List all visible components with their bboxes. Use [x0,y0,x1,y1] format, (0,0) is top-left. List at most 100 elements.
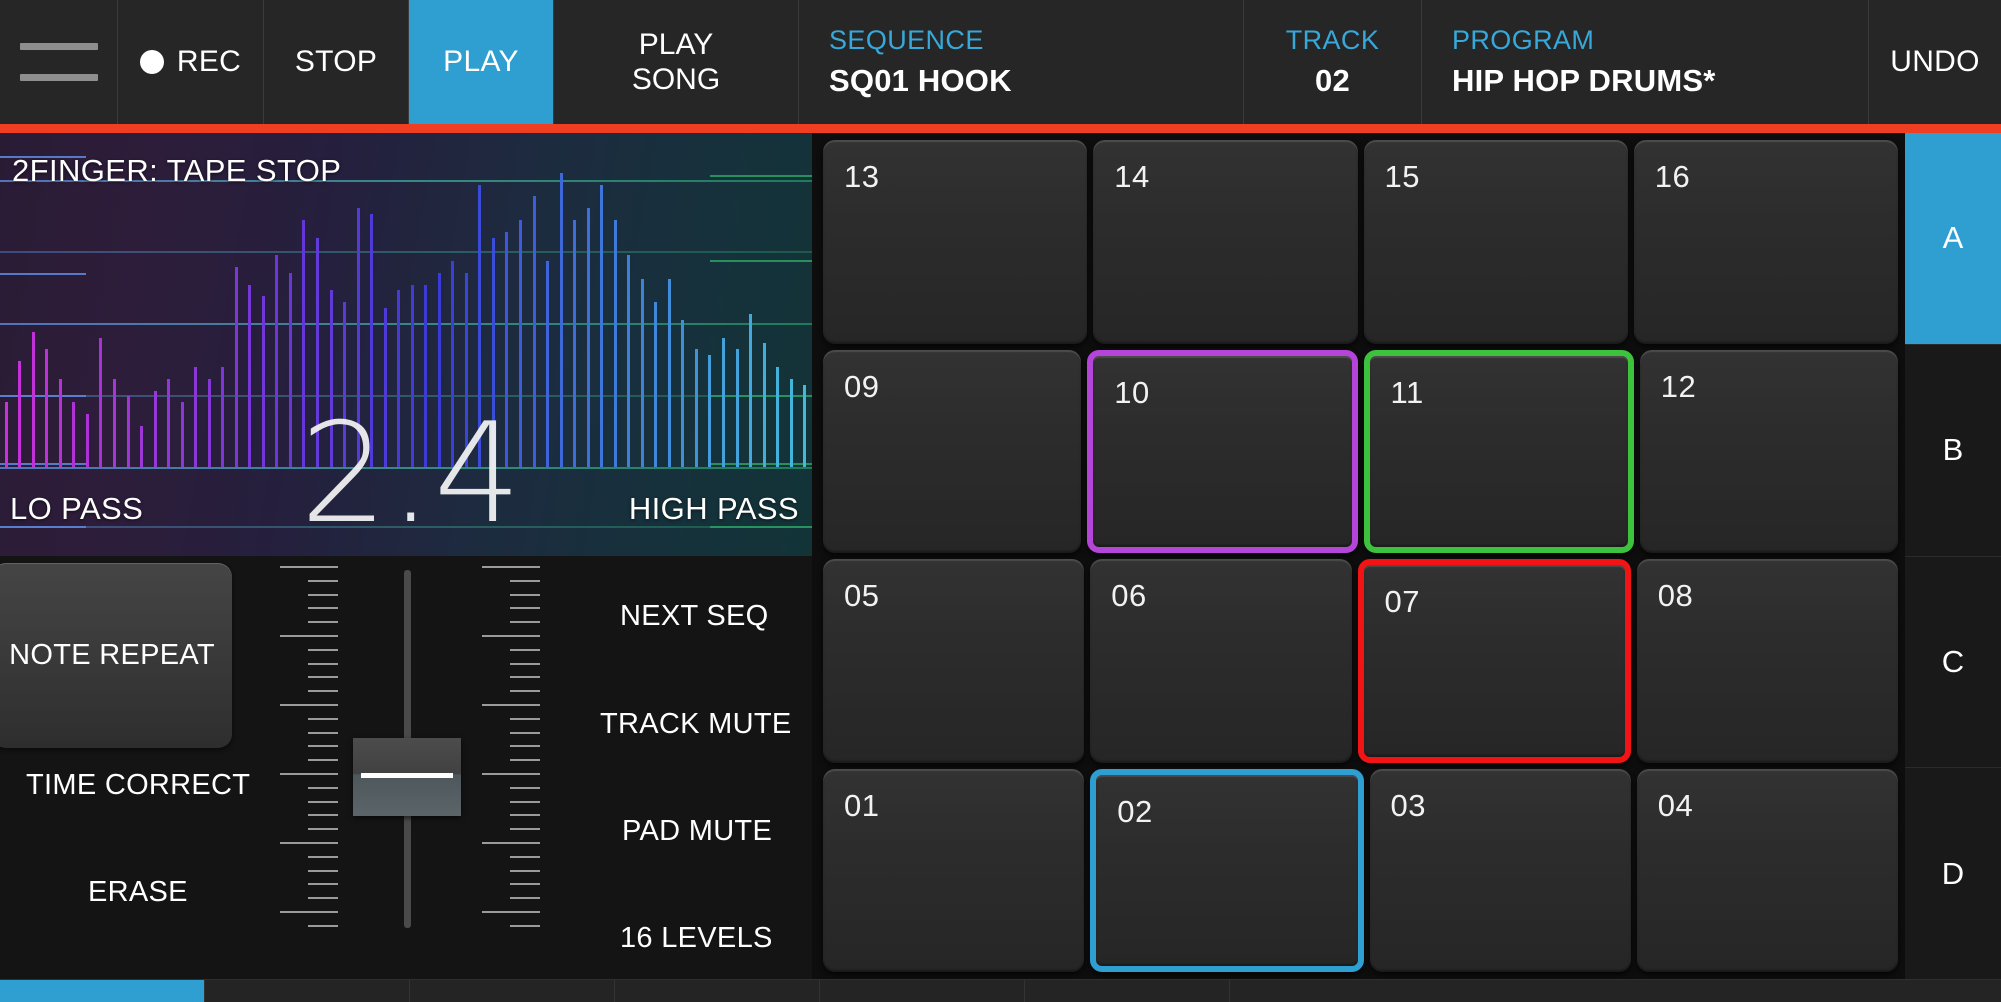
pad-10[interactable]: 10 [1087,349,1358,553]
time-correct-button[interactable]: TIME CORRECT [26,769,250,802]
pad-01[interactable]: 01 [823,768,1085,972]
fader-scale-tick [308,732,338,734]
play-button-label: PLAY [443,45,519,78]
xy-spectrum-bar [235,267,238,468]
fader-scale-tick [308,663,338,665]
sixteen-levels-button[interactable]: 16 LEVELS [620,922,773,955]
pad-07[interactable]: 07 [1357,559,1631,763]
bottom-tab-2[interactable] [205,980,410,1002]
note-repeat-label: NOTE REPEAT [9,639,215,671]
fader-scale-tick [510,883,540,885]
sixteen-levels-label: 16 LEVELS [620,922,773,954]
bottom-tab-4[interactable] [615,980,820,1002]
pad-14[interactable]: 14 [1093,140,1358,344]
xy-spectrum-bar [654,302,657,468]
bank-button-B[interactable]: B [1905,344,2001,557]
next-seq-label: NEXT SEQ [620,600,769,632]
erase-button[interactable]: ERASE [88,876,188,909]
sequence-caption: SEQUENCE [829,25,984,55]
pad-number-label: 13 [844,159,880,194]
pad-number-label: 09 [844,368,880,404]
fader-scale-tick [280,842,338,844]
bottom-tab-1[interactable] [0,980,205,1002]
fader-scale-tick [308,676,338,678]
fader-scale-tick [510,925,540,927]
fader-scale-tick [482,842,540,844]
control-panel: NOTE REPEAT TIME CORRECT ERASE NEXT SEQ … [0,556,812,979]
xy-spectrum-bar [45,349,48,468]
fader-scale-tick [308,607,338,609]
fader-scale-tick [482,566,540,568]
xy-spectrum-bar [695,349,698,468]
xy-spectrum-bar [99,338,102,468]
xy-spectrum-bar [167,379,170,468]
fader-scale-tick [510,676,540,678]
track-mute-button[interactable]: TRACK MUTE [600,708,792,741]
rec-button-label: REC [176,45,242,78]
fader-handle[interactable] [353,738,461,816]
pad-12[interactable]: 12 [1639,349,1898,553]
fader-scale-tick [308,649,338,651]
program-field[interactable]: PROGRAM HIP HOP DRUMS* [1422,0,1869,124]
sequence-field[interactable]: SEQUENCE SQ01 HOOK [799,0,1244,124]
pad-number-label: 12 [1660,368,1697,404]
fader-scale-tick [308,814,338,816]
pad-number-label: 07 [1384,584,1420,619]
bank-button-D[interactable]: D [1905,768,2001,979]
pad-mute-button[interactable]: PAD MUTE [622,815,772,848]
pad-09[interactable]: 09 [823,349,1082,553]
pad-03[interactable]: 03 [1369,768,1631,972]
fader-scale-tick [308,787,338,789]
xy-spectrum-bar [776,367,779,468]
play-button[interactable]: PLAY [409,0,554,124]
fader-scale-tick [510,801,540,803]
pad-11[interactable]: 11 [1363,349,1634,553]
pad-15[interactable]: 15 [1363,140,1628,344]
xy-spectrum-bar [262,296,265,468]
next-seq-button[interactable]: NEXT SEQ [620,600,769,633]
xy-spectrum-bar [221,367,224,468]
bank-button-A[interactable]: A [1905,133,2001,345]
xy-spectrum-bar [5,402,8,468]
fader-scale-tick [308,621,338,623]
fader-scale-tick [280,911,338,913]
stop-button[interactable]: STOP [264,0,409,124]
bank-label: D [1941,855,1965,891]
pad-02[interactable]: 02 [1090,768,1364,972]
sequence-value: SQ01 HOOK [829,63,1012,98]
play-song-button[interactable]: PLAY SONG [554,0,799,124]
menu-button[interactable] [0,0,118,124]
pad-06[interactable]: 06 [1090,559,1352,763]
undo-button[interactable]: UNDO [1869,0,2001,124]
xy-filter-pad[interactable]: 2FINGER: TAPE STOP 2.4 LO PASS HIGH PASS [0,133,812,556]
fader-scale-tick [510,814,540,816]
xy-spectrum-bar [127,396,130,468]
pad-number-label: 02 [1117,793,1153,829]
fader-scale-tick [308,801,338,803]
pad-08[interactable]: 08 [1636,559,1898,763]
xy-spectrum-bar [546,261,549,468]
pad-04[interactable]: 04 [1636,768,1898,972]
fader-scale-left [276,556,338,936]
rec-button[interactable]: REC [118,0,264,124]
bottom-tab-3[interactable] [410,980,615,1002]
xy-spectrum-bar [289,273,292,468]
pad-16[interactable]: 16 [1633,140,1898,344]
xy-spectrum-bar [18,361,21,468]
bank-button-C[interactable]: C [1905,556,2001,769]
fader-scale-tick [308,718,338,720]
stop-button-label: STOP [294,45,378,78]
pad-row: 05 06 07 08 [823,559,1898,763]
fader-scale-tick [510,759,540,761]
bottom-tab-7[interactable] [1230,980,2001,1002]
note-repeat-button[interactable]: NOTE REPEAT [0,563,232,748]
bottom-tab-6[interactable] [1025,980,1230,1002]
program-value: HIP HOP DRUMS* [1452,63,1716,98]
bank-label: C [1941,643,1965,679]
track-field[interactable]: TRACK 02 [1244,0,1422,124]
xy-spectrum-bar [72,402,75,468]
pad-13[interactable]: 13 [823,140,1088,344]
bottom-tab-5[interactable] [820,980,1025,1002]
pad-05[interactable]: 05 [823,559,1085,763]
play-song-label-line2: SONG [631,63,721,96]
